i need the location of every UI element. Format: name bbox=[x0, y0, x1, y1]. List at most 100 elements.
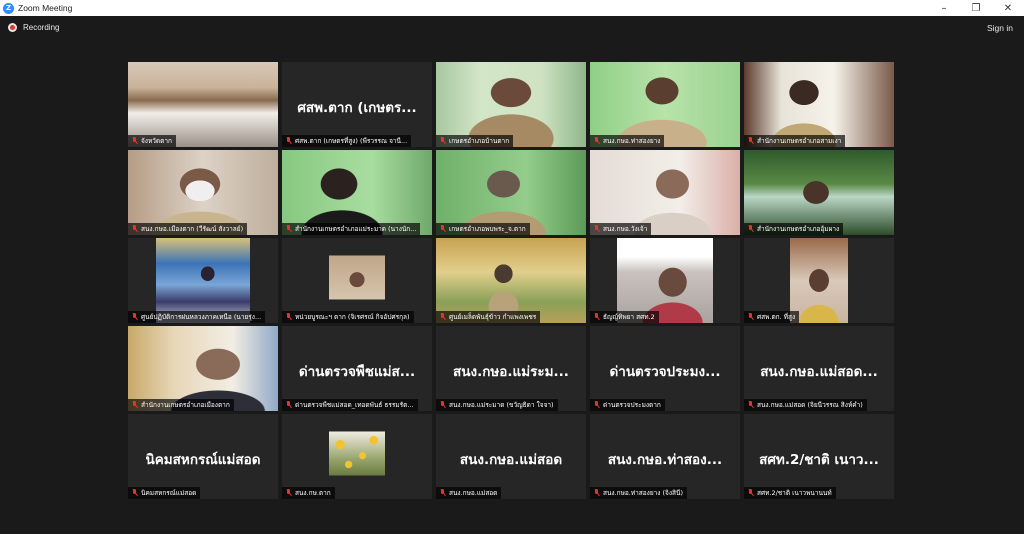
participant-name: หน่วยบูรณะฯ ตาก (จิเรศรณ์ กิจอัปศรกุล) bbox=[295, 313, 410, 321]
participant-nameplate: ศูนย์ปฏิบัติการฝนหลวงภาคเหนือ (นายรุ่ง..… bbox=[128, 311, 266, 323]
participant-display-name: สนง.กษอ.แม่ระม... bbox=[453, 364, 569, 380]
maximize-button[interactable]: ❐ bbox=[960, 0, 992, 16]
participant-tile[interactable]: สำนักงานเกษตรอำเภออุ้มผาง bbox=[744, 150, 894, 235]
minimize-icon: – bbox=[941, 2, 947, 14]
mic-muted-icon bbox=[747, 401, 754, 409]
mic-muted-icon bbox=[593, 313, 600, 321]
participant-tile[interactable]: สำนักงานเกษตรอำเภอแม่ระมาด (นางนัก... bbox=[282, 150, 432, 235]
participant-name: เกษตรอำเภอพบพระ_จ.ตาก bbox=[449, 225, 526, 233]
participant-tile[interactable]: จังหวัดตาก bbox=[128, 62, 278, 147]
sign-in-button[interactable]: Sign in bbox=[984, 21, 1016, 35]
participant-tile[interactable]: สนง.กษอ.แม่ระม... สนง.กษอ.แม่ระมาด (ขวัญธ… bbox=[436, 326, 586, 411]
mic-muted-icon bbox=[285, 313, 292, 321]
participant-nameplate: สำนักงานเกษตรอำเภอสามเงา bbox=[744, 135, 846, 147]
participant-nameplate: เกษตรอำเภอบ้านตาก bbox=[436, 135, 514, 147]
participant-name: สนง.กษ.ตาก bbox=[295, 489, 331, 497]
participant-display-name: ด่านตรวจพืชแม่ส... bbox=[298, 364, 416, 380]
mic-muted-icon bbox=[439, 489, 446, 497]
participant-nameplate: สนง.กษอ.แม่สอด (จิยนีวรรณ สิงห์คำ) bbox=[744, 399, 867, 411]
mic-muted-icon bbox=[747, 225, 754, 233]
mic-muted-icon bbox=[439, 313, 446, 321]
mic-muted-icon bbox=[131, 225, 138, 233]
participant-tile[interactable]: ศูนย์ปฏิบัติการฝนหลวงภาคเหนือ (นายรุ่ง..… bbox=[128, 238, 278, 323]
mic-muted-icon bbox=[593, 137, 600, 145]
participant-name: สนง.กษอ.แม่สอด (จิยนีวรรณ สิงห์คำ) bbox=[757, 401, 863, 409]
participant-nameplate: สนง.กษอ.เมืองตาก (วีรัฒน์ สังวาลย์) bbox=[128, 223, 248, 235]
participant-name: สนง.กษอ.แม่ระมาด (ขวัญธิดา ใจจา) bbox=[449, 401, 554, 409]
participant-tile[interactable]: สศท.2/ชาติ เนาว... สศท.2/ชาติ เนาวพนานนท์ bbox=[744, 414, 894, 499]
participant-tile[interactable]: ด่านตรวจพืชแม่ส... ด่านตรวจพืชแม่สอด_เทอด… bbox=[282, 326, 432, 411]
participant-name: สนง.กษอ.แม่สอด bbox=[449, 489, 498, 497]
participant-tile[interactable]: สนง.กษอ.เมืองตาก (วีรัฒน์ สังวาลย์) bbox=[128, 150, 278, 235]
mic-muted-icon bbox=[747, 489, 754, 497]
participant-nameplate: สำนักงานเกษตรอำเภออุ้มผาง bbox=[744, 223, 844, 235]
participant-display-name: นิคมสหกรณ์แม่สอด bbox=[145, 452, 261, 468]
participant-display-name: สนง.กษอ.แม่สอด... bbox=[760, 364, 878, 380]
participant-nameplate: สนง.กษอ.แม่ระมาด (ขวัญธิดา ใจจา) bbox=[436, 399, 558, 411]
recording-label: Recording bbox=[23, 23, 60, 32]
mic-muted-icon bbox=[285, 489, 292, 497]
participant-name: สำนักงานเกษตรอำเภอแม่ระมาด (นางนัก... bbox=[295, 225, 417, 233]
participant-display-name: สนง.กษอ.แม่สอด bbox=[459, 452, 563, 468]
participant-display-name: สนง.กษอ.ท่าสอง... bbox=[607, 452, 723, 468]
mic-muted-icon bbox=[131, 489, 138, 497]
mic-muted-icon bbox=[593, 489, 600, 497]
close-button[interactable]: ✕ bbox=[992, 0, 1024, 16]
participant-tile[interactable]: สำนักงานเกษตรอำเภอเมืองตาก bbox=[128, 326, 278, 411]
window-title: Zoom Meeting bbox=[18, 3, 73, 13]
meeting-area: Recording Sign in จังหวัดตาก ศสพ.ตาก (เกษ… bbox=[0, 16, 1024, 534]
participant-tile[interactable]: สนง.กษอ.วังเจ้า bbox=[590, 150, 740, 235]
participant-tile[interactable]: ศสพ.ตาก (เกษตร... ศสพ.ตาก (เกษตรที่สูง) (… bbox=[282, 62, 432, 147]
participant-tile[interactable]: เกษตรอำเภอพบพระ_จ.ตาก bbox=[436, 150, 586, 235]
participant-name: สำนักงานเกษตรอำเภอเมืองตาก bbox=[141, 401, 230, 409]
participant-tile[interactable]: หน่วยบูรณะฯ ตาก (จิเรศรณ์ กิจอัปศรกุล) bbox=[282, 238, 432, 323]
mic-muted-icon bbox=[131, 313, 138, 321]
participant-name: สนง.กษอ.เมืองตาก (วีรัฒน์ สังวาลย์) bbox=[141, 225, 244, 233]
participant-tile[interactable]: สำนักงานเกษตรอำเภอสามเงา bbox=[744, 62, 894, 147]
participant-name: จังหวัดตาก bbox=[141, 137, 172, 145]
participant-nameplate: สนง.กษอ.ท่าสองยาง (จิงสินี) bbox=[590, 487, 687, 499]
participant-nameplate: สำนักงานเกษตรอำเภอเมืองตาก bbox=[128, 399, 234, 411]
title-bar: Z Zoom Meeting – ❐ ✕ bbox=[0, 0, 1024, 16]
participant-video bbox=[329, 254, 385, 299]
recording-indicator[interactable]: Recording bbox=[8, 23, 59, 32]
participant-name: ด่านตรวจประมงตาก bbox=[603, 401, 661, 409]
participant-name: สนง.กษอ.ท่าสองยาง (จิงสินี) bbox=[603, 489, 683, 497]
participant-nameplate: สนง.กษ.ตาก bbox=[282, 487, 335, 499]
participant-tile[interactable]: สนง.กษ.ตาก bbox=[282, 414, 432, 499]
participant-video bbox=[329, 430, 385, 475]
participant-name: สศท.2/ชาติ เนาวพนานนท์ bbox=[757, 489, 832, 497]
participant-name: ด่านตรวจพืชแม่สอด_เทอดพันธ์ ธรรมรัต... bbox=[295, 401, 414, 409]
participant-name: ศูนย์เมล็ดพันธุ์ข้าว กำแพงเพชร bbox=[449, 313, 537, 321]
participant-name: นิคมสหกรณ์แม่สอด bbox=[141, 489, 197, 497]
participant-tile[interactable]: เกษตรอำเภอบ้านตาก bbox=[436, 62, 586, 147]
participant-tile[interactable]: ศสพ.ตก. ที่สูง bbox=[744, 238, 894, 323]
participant-name: ศูนย์ปฏิบัติการฝนหลวงภาคเหนือ (นายรุ่ง..… bbox=[141, 313, 262, 321]
participant-name: ศสพ.ตก. ที่สูง bbox=[757, 313, 796, 321]
participant-nameplate: ศสพ.ตก. ที่สูง bbox=[744, 311, 800, 323]
participant-tile[interactable]: สนง.กษอ.ท่าสอง... สนง.กษอ.ท่าสองยาง (จิงส… bbox=[590, 414, 740, 499]
mic-muted-icon bbox=[131, 401, 138, 409]
participant-nameplate: ศูนย์เมล็ดพันธุ์ข้าว กำแพงเพชร bbox=[436, 311, 541, 323]
participant-tile[interactable]: ธัญญ์ทิพยา สศท.2 bbox=[590, 238, 740, 323]
participant-name: สำนักงานเกษตรอำเภอสามเงา bbox=[757, 137, 842, 145]
zoom-logo-icon: Z bbox=[3, 2, 14, 14]
mic-muted-icon bbox=[747, 313, 754, 321]
participant-tile[interactable]: ศูนย์เมล็ดพันธุ์ข้าว กำแพงเพชร bbox=[436, 238, 586, 323]
mic-muted-icon bbox=[593, 401, 600, 409]
participant-tile[interactable]: สนง.กษอ.ท่าสองยาง bbox=[590, 62, 740, 147]
mic-muted-icon bbox=[131, 137, 138, 145]
participant-nameplate: สศท.2/ชาติ เนาวพนานนท์ bbox=[744, 487, 836, 499]
participant-nameplate: สนง.กษอ.ท่าสองยาง bbox=[590, 135, 665, 147]
participant-nameplate: ด่านตรวจพืชแม่สอด_เทอดพันธ์ ธรรมรัต... bbox=[282, 399, 418, 411]
participant-nameplate: สนง.กษอ.วังเจ้า bbox=[590, 223, 652, 235]
minimize-button[interactable]: – bbox=[928, 0, 960, 16]
participant-nameplate: จังหวัดตาก bbox=[128, 135, 176, 147]
participant-tile[interactable]: สนง.กษอ.แม่สอด สนง.กษอ.แม่สอด bbox=[436, 414, 586, 499]
participant-tile[interactable]: นิคมสหกรณ์แม่สอด นิคมสหกรณ์แม่สอด bbox=[128, 414, 278, 499]
participant-nameplate: นิคมสหกรณ์แม่สอด bbox=[128, 487, 201, 499]
participant-tile[interactable]: ด่านตรวจประมง... ด่านตรวจประมงตาก bbox=[590, 326, 740, 411]
participant-display-name: ศสพ.ตาก (เกษตร... bbox=[297, 100, 417, 116]
participant-nameplate: เกษตรอำเภอพบพระ_จ.ตาก bbox=[436, 223, 530, 235]
participant-tile[interactable]: สนง.กษอ.แม่สอด... สนง.กษอ.แม่สอด (จิยนีวร… bbox=[744, 326, 894, 411]
